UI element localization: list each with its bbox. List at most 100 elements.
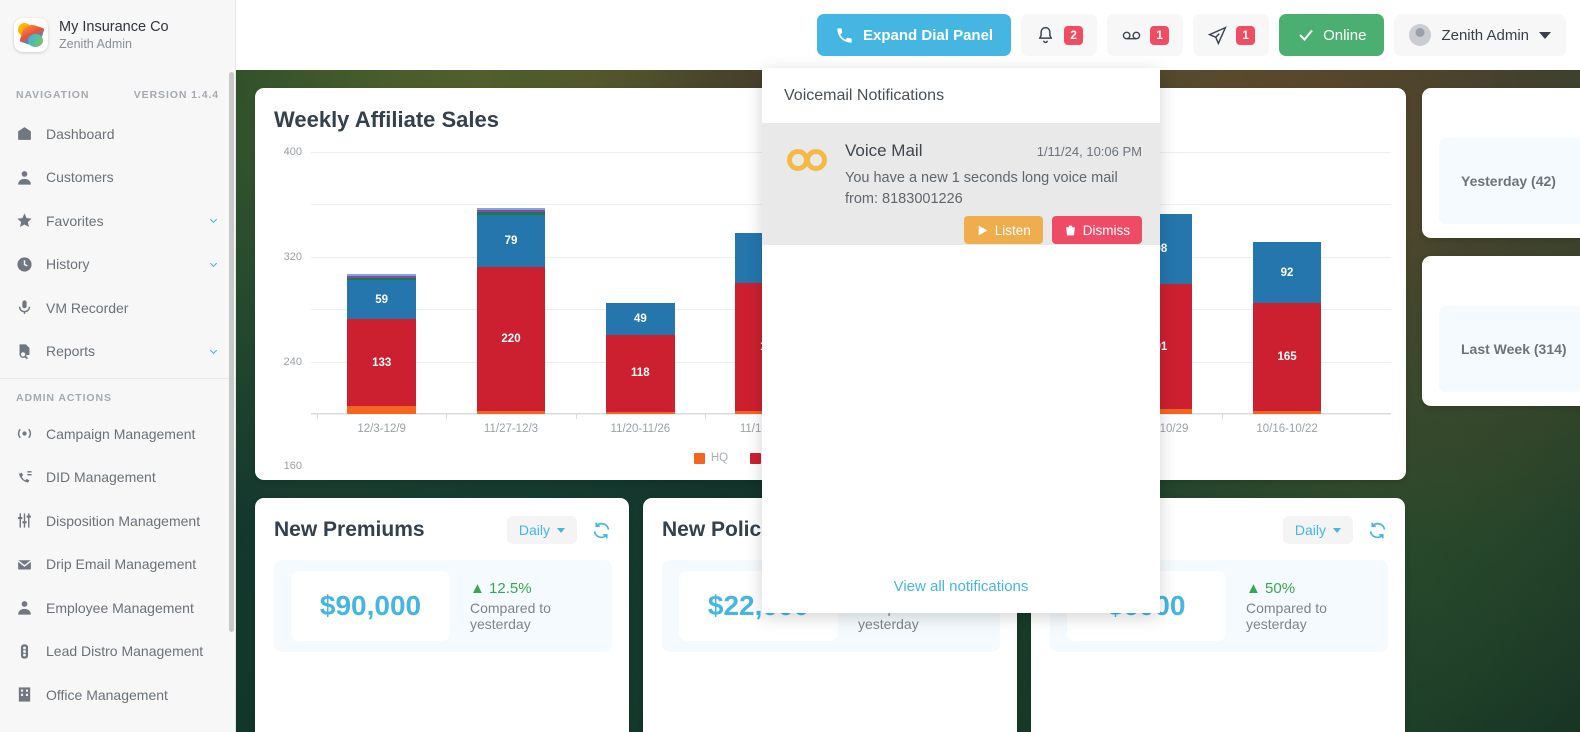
sidebar-scrollbar[interactable] [229,72,234,632]
popup-header: Voicemail Notifications [784,87,945,104]
sidebar-item-label: Office Management [46,686,168,703]
nav-header-label: NAVIGATION [16,89,90,101]
bell-badge: 2 [1064,25,1084,45]
bar-value-label: 220 [501,332,521,345]
bar-segment [476,410,546,414]
bar-value-label: 59 [375,293,389,306]
right-stat-card-1: Yesterday (42) [1422,88,1580,238]
voicemail-icon [1122,31,1141,39]
brand-subtitle: Zenith Admin [59,36,132,51]
legend-label: HQ [710,452,729,464]
sidebar-item-did-management[interactable]: DID Management [0,456,235,500]
sidebar-item-reports[interactable]: Reports [0,330,235,374]
voicemail-item[interactable]: Voice Mail 1/11/24, 10:06 PM You have a … [762,123,1160,245]
sidebar-item-drip-email-management[interactable]: Drip Email Management [0,543,235,587]
dismiss-button[interactable]: Dismiss [1051,216,1142,244]
sidebar-item-customers[interactable]: Customers [0,156,235,200]
sidebar-item-label: Customers [46,169,114,186]
building-icon [18,687,31,702]
refresh-icon[interactable] [591,520,612,541]
voicemail-button[interactable]: 1 [1107,14,1184,56]
bar-group[interactable]: 133 59 [347,273,416,414]
sidebar-item-label: Reports [46,343,96,360]
card-percent: ▲ 50% [1246,580,1296,597]
trash-icon [1065,225,1075,235]
bar-group[interactable]: 220 79 [476,207,546,414]
clock-icon [17,257,32,272]
right-stat-card-2: Last Week (314) [1422,256,1580,406]
legend-swatch [750,452,762,464]
voicemail-body: You have a new 1 seconds long voice mail… [845,170,1118,208]
sidebar-item-label: History [46,256,90,273]
legend-item[interactable]: HQ [693,452,729,464]
sidebar-item-disposition-management[interactable]: Disposition Management [0,499,235,543]
report-search-icon [19,344,30,359]
bar-value-label: 165 [1277,350,1297,363]
sidebar-item-label: Employee Management [46,599,194,616]
agent-avatar-icon [1409,24,1432,46]
period-selector[interactable]: Daily [506,516,577,544]
bar-group[interactable]: 118 49 [606,302,675,414]
status-label: Online [1323,26,1367,44]
bar-segment: 59 [347,280,416,320]
bar-segment [347,275,416,278]
brand-title: My Insurance Co [59,18,169,35]
sidebar-item-vm-recorder[interactable]: VM Recorder [0,286,235,330]
card-percent: ▲ 12.5% [470,580,532,597]
brand-block[interactable]: My Insurance Co Zenith Admin [0,0,235,70]
x-axis-tickmark [317,414,318,419]
status-online-button[interactable]: Online [1279,14,1385,56]
sidebar-item-campaign-management[interactable]: Campaign Management [0,412,235,456]
sidebar-item-history[interactable]: History [0,243,235,287]
period-selector[interactable]: Daily [1282,516,1353,544]
version-label: VERSION 1.4.4 [133,89,219,101]
bar-segment: 92 [1252,242,1322,303]
sidebar: My Insurance Co Zenith Admin NAVIGATION … [0,0,236,732]
voicemail-timestamp: 1/11/24, 10:06 PM [1036,144,1142,159]
bar-segment [1252,410,1322,414]
chevron-down-icon [209,349,218,354]
admin-list: Campaign Management DID Management Disposi… [0,412,235,717]
phone-list-icon [18,470,32,483]
bell-icon [1038,26,1053,43]
broadcast-icon [17,429,32,439]
sidebar-item-favorites[interactable]: Favorites [0,199,235,243]
user-menu-button[interactable]: Zenith Admin [1394,14,1566,56]
period-label: Daily [518,522,550,538]
listen-button[interactable]: Listen [963,216,1043,244]
view-all-notifications-link[interactable]: View all notifications [762,578,1160,595]
right-stat-inner-2: Last Week (314) [1439,306,1580,392]
bar-value-label: 118 [631,367,650,380]
card-value: $90,000 [291,571,450,641]
chevron-down-icon [209,219,218,224]
voicemail-badge: 1 [1150,25,1170,45]
nav-list: Dashboard Customers Favorites History VM Rec… [0,112,235,373]
star-icon [17,213,32,228]
bar-value-label: 49 [633,312,647,325]
sidebar-item-employee-management[interactable]: Employee Management [0,586,235,630]
home-icon [18,127,31,141]
phone-icon [837,27,852,43]
bar-group[interactable]: 165 92 [1252,242,1322,414]
admin-actions-header: ADMIN ACTIONS [16,392,112,404]
expand-dial-panel-button[interactable]: Expand Dial Panel [817,14,1012,56]
sidebar-item-office-management[interactable]: Office Management [0,673,235,717]
new-premiums-card: New Premiums Daily $90,000 ▲ 12.5% Compa… [255,498,629,732]
x-axis-tick: 11/20-11/26 [610,423,671,435]
sidebar-item-label: Favorites [46,212,104,229]
refresh-icon[interactable] [1367,520,1388,541]
bar-segment: 165 [1252,302,1322,411]
bar-segment: 79 [476,214,546,267]
notifications-bell-button[interactable]: 2 [1021,14,1098,56]
sidebar-item-dashboard[interactable]: Dashboard [0,112,235,156]
bar-segment [347,273,416,276]
expand-dial-panel-label: Expand Dial Panel [863,26,994,44]
app-logo-icon [14,18,48,52]
sidebar-item-lead-distro-management[interactable]: Lead Distro Management [0,630,235,674]
paper-plane-icon [1207,25,1227,45]
card-compare-label: Compared to yesterday [1246,600,1327,632]
email-send-icon [17,560,32,570]
messages-send-button[interactable]: 1 [1193,14,1270,56]
right-stat-text-1: Yesterday (42) [1461,173,1556,189]
x-axis-tick: 10/16-10/22 [1256,423,1318,435]
